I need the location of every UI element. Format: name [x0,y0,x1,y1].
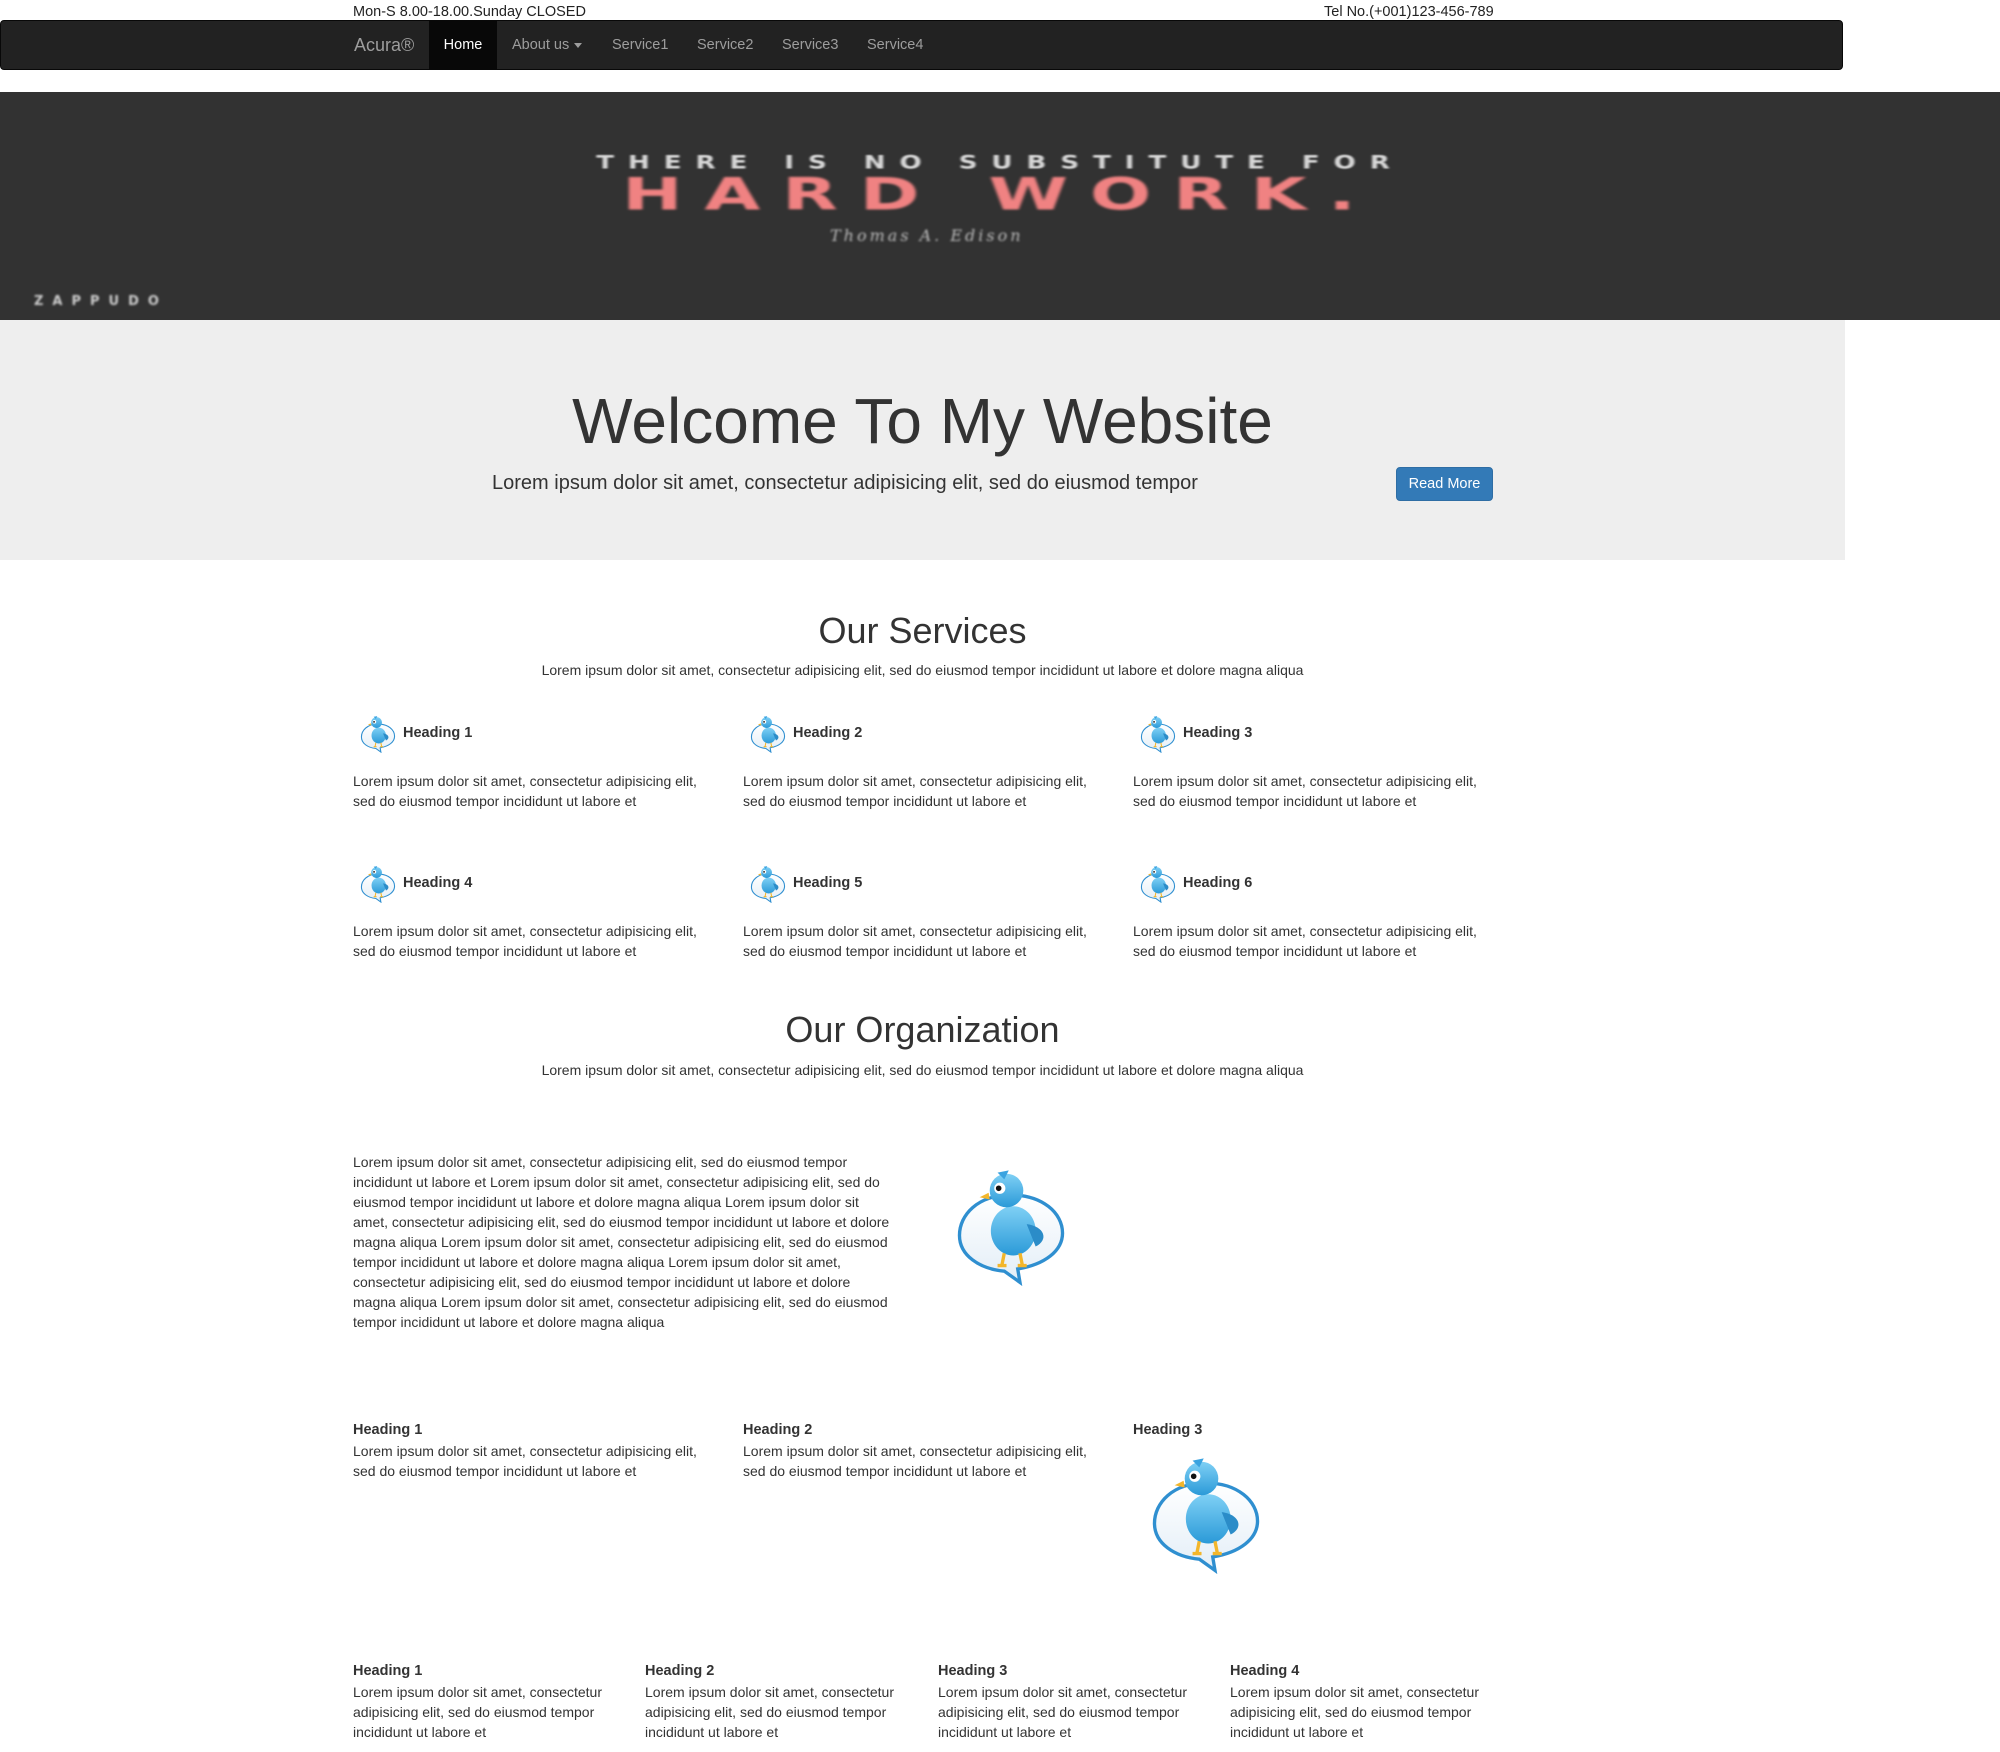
welcome-subtitle: Lorem ipsum dolor sit amet, consectetur … [492,472,1198,494]
welcome-title: Welcome To My Website [572,385,1273,457]
bottom-text-2: Lorem ipsum dolor sit amet, consectetur a… [645,1684,894,1740]
opening-hours: Mon-S 8.00-18.00.Sunday CLOSED [353,4,586,20]
service-text-4: Lorem ipsum dolor sit amet, consectetur … [353,923,697,959]
twitter-bird-icon [750,713,786,753]
service-heading-4: Heading 4 [403,875,473,891]
banner-author: Thomas A. Edison [830,226,1024,245]
feature-heading-2: Heading 2 [743,1422,813,1438]
feature-text-2: Lorem ipsum dolor sit amet, consectetur … [743,1443,1087,1479]
service-heading-3: Heading 3 [1183,725,1253,741]
feature-heading-3: Heading 3 [1133,1422,1203,1438]
service-text-2: Lorem ipsum dolor sit amet, consectetur … [743,773,1087,809]
service-heading-1: Heading 1 [403,725,473,741]
bottom-heading-2: Heading 2 [645,1663,715,1679]
twitter-bird-icon [1140,713,1176,753]
phone-number: Tel No.(+001)123-456-789 [1324,4,1494,20]
service-text-3: Lorem ipsum dolor sit amet, consectetur … [1133,773,1477,809]
nav-about-us[interactable]: About us [512,21,583,69]
navbar: Acura® Home About us Service1 Service2 S… [0,20,1843,70]
service-text-6: Lorem ipsum dolor sit amet, consectetur … [1133,923,1477,959]
twitter-bird-icon [360,713,396,753]
bottom-text-3: Lorem ipsum dolor sit amet, consectetur a… [938,1684,1187,1740]
twitter-bird-icon [1150,1448,1262,1574]
service-heading-2: Heading 2 [793,725,863,741]
hero-banner-image: THERE IS NO SUBSTITUTE FOR HARD WORK. Th… [0,92,2000,320]
read-more-button[interactable]: Read More [1396,467,1493,501]
navbar-brand[interactable]: Acura® [354,21,414,69]
nav-service4[interactable]: Service4 [867,21,923,69]
feature-heading-1: Heading 1 [353,1422,423,1438]
service-heading-5: Heading 5 [793,875,863,891]
bottom-text-1: Lorem ipsum dolor sit amet, consectetur a… [353,1684,602,1740]
service-heading-6: Heading 6 [1183,875,1253,891]
jumbotron: Welcome To My Website Lorem ipsum dolor … [0,320,1845,560]
twitter-bird-icon [360,863,396,903]
twitter-bird-icon [955,1160,1067,1286]
nav-service3[interactable]: Service3 [782,21,838,69]
organization-title: Our Organization [785,1009,1060,1050]
service-text-5: Lorem ipsum dolor sit amet, consectetur … [743,923,1087,959]
twitter-bird-icon [750,863,786,903]
service-text-1: Lorem ipsum dolor sit amet, consectetur … [353,773,697,809]
services-subtitle: Lorem ipsum dolor sit amet, consectetur … [541,662,1304,678]
bottom-heading-3: Heading 3 [938,1663,1008,1679]
bottom-heading-4: Heading 4 [1230,1663,1300,1679]
services-title: Our Services [818,610,1027,651]
organization-subtitle: Lorem ipsum dolor sit amet, consectetur … [541,1062,1304,1078]
bottom-text-4: Lorem ipsum dolor sit amet, consectetur a… [1230,1684,1479,1740]
banner-quote-line2: HARD WORK. [622,167,1378,221]
nav-service1[interactable]: Service1 [612,21,668,69]
nav-about-us-label: About us [512,37,570,53]
feature-text-1: Lorem ipsum dolor sit amet, consectetur … [353,1443,697,1479]
twitter-bird-icon [1140,863,1176,903]
nav-service2[interactable]: Service2 [697,21,753,69]
bottom-heading-1: Heading 1 [353,1663,423,1679]
nav-home[interactable]: Home [429,21,497,69]
caret-down-icon [574,42,583,48]
organization-paragraph: Lorem ipsum dolor sit amet, consectetur … [353,1154,890,1330]
banner-watermark: ZAPPUDO [34,294,168,309]
